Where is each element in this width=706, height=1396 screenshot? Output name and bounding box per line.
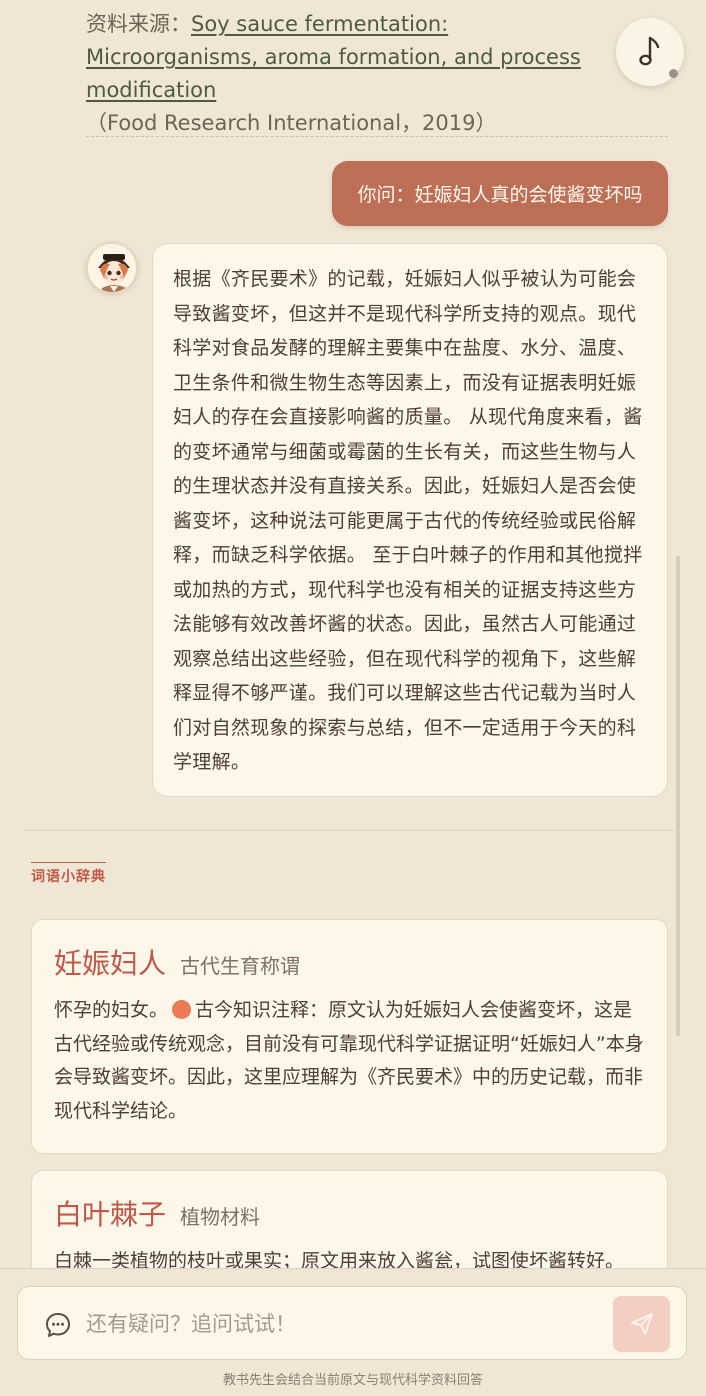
question-input-box	[17, 1286, 687, 1360]
source-citation: 资料来源：Soy sauce fermentation: Microorgani…	[86, 8, 626, 140]
answer-card: 根据《齐民要术》的记载，妊娠妇人似乎被认为可能会导致酱变坏，但这并不是现代科学所…	[152, 243, 668, 797]
user-question-bubble: 你问：妊娠妇人真的会使酱变坏吗	[332, 161, 668, 226]
orange-dot-icon	[172, 1000, 192, 1019]
input-bar: 教书先生会结合当前原文与现代科学资料回答	[0, 1268, 706, 1396]
chat-scroll-area[interactable]: 资料来源：Soy sauce fermentation: Microorgani…	[0, 0, 706, 1268]
source-suffix: （Food Research International，2019）	[86, 111, 497, 135]
entry-definition: 怀孕的妇女。 古今知识注释：原文认为妊娠妇人会使酱变坏，这是古代经验或传统观念，目…	[54, 994, 645, 1128]
entry-term: 白叶棘子	[54, 1198, 167, 1231]
music-note-icon	[639, 36, 660, 66]
music-status-dot	[669, 69, 678, 78]
dashed-divider	[86, 136, 668, 137]
chat-bubble-icon	[46, 1313, 70, 1337]
music-toggle-button[interactable]	[616, 18, 684, 86]
dictionary-title: 词语小辞典	[31, 862, 106, 886]
answer-text: 根据《齐民要术》的记载，妊娠妇人似乎被认为可能会导致酱变坏，但这并不是现代科学所…	[173, 268, 643, 773]
entry-term: 妊娠妇人	[54, 947, 167, 980]
footer-note: 教书先生会结合当前原文与现代科学资料回答	[222, 1373, 483, 1388]
send-button[interactable]	[613, 1296, 670, 1352]
entry-definition: 白棘一类植物的枝叶或果实；原文用来放入酱瓮，试图使坏酱转好。	[54, 1250, 625, 1268]
section-divider	[24, 830, 674, 831]
entry-category: 植物材料	[180, 1205, 261, 1229]
dictionary-entry: 妊娠妇人 古代生育称谓 怀孕的妇女。 古今知识注释：原文认为妊娠妇人会使酱变坏，这…	[31, 919, 668, 1154]
question-input[interactable]	[86, 1301, 606, 1347]
dictionary-entry: 白叶棘子 植物材料 白棘一类植物的枝叶或果实；原文用来放入酱瓮，试图使坏酱转好。	[31, 1170, 668, 1268]
entry-definition-main: 怀孕的妇女。	[54, 999, 169, 1021]
teacher-avatar-icon	[88, 244, 136, 292]
entry-category: 古代生育称谓	[180, 954, 301, 978]
teacher-avatar	[86, 242, 138, 294]
scrollbar-thumb[interactable]	[676, 556, 680, 1036]
send-icon	[630, 1313, 653, 1335]
source-prefix: 资料来源：	[86, 12, 191, 36]
